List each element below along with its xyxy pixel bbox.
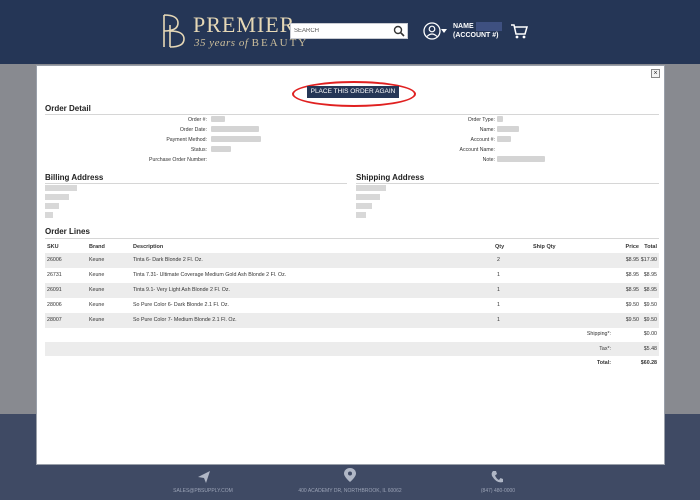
column-header-qty: Qty (495, 244, 505, 250)
redacted-value (356, 203, 372, 209)
cell-description: Tinta 6- Dark Blonde 2 Fl. Oz. (133, 257, 203, 263)
redacted-value (211, 146, 231, 152)
account-menu[interactable]: NAME (ACCOUNT #) (453, 22, 502, 40)
cell-sku: 26006 (47, 257, 62, 263)
footer-phone[interactable]: (847) 480-0000 (470, 488, 526, 494)
column-header-total: Total (644, 244, 657, 250)
map-pin-icon (344, 468, 356, 482)
cell-total: $8.95 (643, 272, 657, 278)
redacted-value (45, 203, 59, 209)
cell-sku: 26731 (47, 272, 62, 278)
cell-total: $9.50 (643, 302, 657, 308)
cell-sku: 26091 (47, 287, 62, 293)
cell-qty: 1 (497, 287, 500, 293)
cell-sku: 28007 (47, 317, 62, 323)
redacted-value (211, 136, 261, 142)
payment-method-label: Payment Method: (166, 137, 207, 143)
column-header-description: Description (133, 244, 164, 250)
search-box (290, 23, 408, 39)
column-header-ship-qty: Ship Qty (533, 244, 556, 250)
cell-total: $9.50 (643, 317, 657, 323)
shipping-address-title: Shipping Address (356, 173, 425, 182)
cell-brand: Keune (89, 317, 105, 323)
cell-sku: 28006 (47, 302, 62, 308)
column-header-brand: Brand (89, 244, 105, 250)
redacted-value (45, 194, 69, 200)
cell-brand: Keune (89, 302, 105, 308)
chevron-down-icon[interactable] (441, 29, 447, 33)
redacted-value (497, 156, 545, 162)
total-label: Total: (596, 360, 611, 366)
account-number-label: Account #: (470, 137, 495, 143)
redacted-value (497, 126, 519, 132)
send-icon (198, 471, 210, 483)
account-name-label: Account Name: (459, 147, 495, 153)
brand-title: PREMIER (193, 12, 296, 37)
divider (45, 183, 347, 184)
search-icon[interactable] (393, 25, 405, 37)
brand-subtitle-italic: 35 years of (194, 37, 249, 49)
po-number-label: Purchase Order Number: (149, 157, 207, 163)
shipping-label: Shipping*: (586, 331, 611, 337)
column-header-sku: SKU (47, 244, 59, 250)
redacted-value (497, 116, 503, 122)
table-row: 26006 Keune Tinta 6- Dark Blonde 2 Fl. O… (45, 253, 659, 268)
cell-description: Tinta 7.31- Ultimate Coverage Medium Gol… (133, 272, 287, 278)
table-row: 28006 Keune So Pure Color 6- Dark Blonde… (45, 298, 659, 313)
table-row: 26731 Keune Tinta 7.31- Ultimate Coverag… (45, 268, 659, 283)
cell-qty: 1 (497, 272, 500, 278)
redacted-value (356, 194, 380, 200)
redacted-value (45, 185, 77, 191)
redacted-value (356, 185, 386, 191)
cell-brand: Keune (89, 272, 105, 278)
search-input[interactable] (294, 25, 386, 37)
table-row: 26091 Keune Tinta 9.1- Very Light Ash Bl… (45, 283, 659, 298)
status-label: Status: (190, 147, 207, 153)
cell-description: So Pure Color 7- Medium Blonde 2.1 Fl. O… (133, 317, 237, 323)
order-detail-modal: × PLACE THIS ORDER AGAIN Order Detail Or… (36, 65, 665, 465)
shipping-value: $0.00 (643, 331, 657, 337)
order-number-label: Order #: (187, 117, 207, 123)
note-label: Note: (482, 157, 495, 163)
redacted-value (211, 126, 259, 132)
account-name: NAME (453, 23, 474, 30)
cell-total: $17.90 (640, 257, 657, 263)
cell-qty: 1 (497, 302, 500, 308)
place-order-again-button[interactable]: PLACE THIS ORDER AGAIN (307, 86, 399, 98)
redacted-value (211, 116, 225, 122)
redacted-value (356, 212, 366, 218)
divider (45, 114, 659, 115)
order-type-label: Order Type: (467, 117, 495, 123)
name-label: Name: (479, 127, 495, 133)
pb-monogram-logo[interactable] (160, 11, 188, 51)
cell-total: $8.95 (643, 287, 657, 293)
order-detail-title: Order Detail (45, 104, 91, 113)
cell-description: Tinta 9.1- Very Light Ash Blonde 2 Fl. O… (133, 287, 230, 293)
table-row: 28007 Keune So Pure Color 7- Medium Blon… (45, 313, 659, 328)
divider (356, 183, 659, 184)
tax-label: Tax*: (599, 346, 611, 352)
redacted-value (497, 136, 511, 142)
cell-qty: 1 (497, 317, 500, 323)
total-value: $60.28 (640, 360, 657, 366)
redacted-value (45, 212, 53, 218)
cell-description: So Pure Color 6- Dark Blonde 2.1 Fl. Oz. (133, 302, 229, 308)
footer-email[interactable]: SALES@PBSUPPLY.COM (168, 488, 238, 494)
account-number: (ACCOUNT #) (453, 32, 499, 39)
footer-address: 400 ACADEMY DR, NORTHBROOK, IL 60062 (298, 488, 402, 494)
cart-icon[interactable] (510, 23, 528, 39)
cell-brand: Keune (89, 287, 105, 293)
cell-brand: Keune (89, 257, 105, 263)
billing-address-title: Billing Address (45, 173, 104, 182)
order-lines-title: Order Lines (45, 227, 90, 236)
divider (45, 238, 659, 239)
account-icon[interactable] (423, 22, 441, 40)
phone-icon (491, 471, 503, 483)
order-date-label: Order Date: (179, 127, 207, 133)
tax-value: $5.48 (643, 346, 657, 352)
redacted-value (475, 22, 502, 31)
site-header: PREMIER 35 years of BEAUTY NAME (ACCOUNT… (0, 0, 700, 64)
close-button[interactable]: × (651, 69, 660, 78)
cell-qty: 2 (497, 257, 500, 263)
